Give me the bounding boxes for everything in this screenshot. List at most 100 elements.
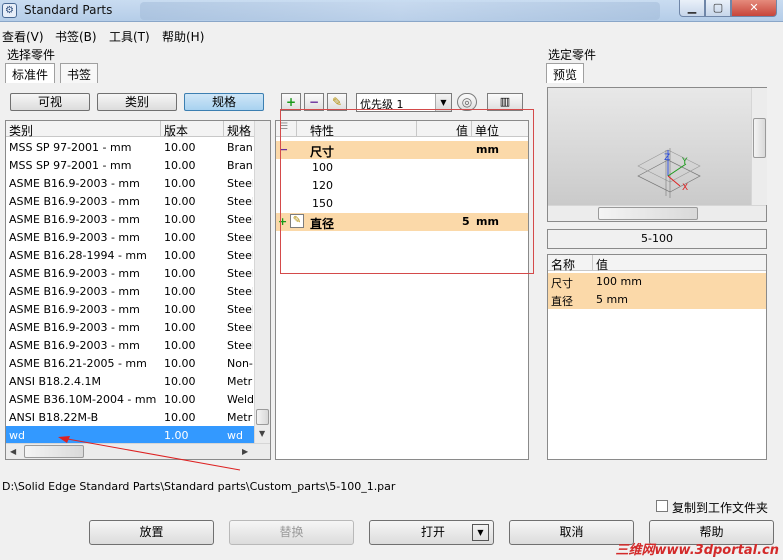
menu-bar: 查看(V) 书签(B) 工具(T) 帮助(H) [0,26,783,44]
prop-value: 100 mm [596,275,642,288]
cell-category: ASME B16.9-2003 - mm [9,177,140,190]
part-preview-model: Z Y X [637,148,701,198]
close-button[interactable]: ✕ [731,0,777,17]
cell-category: ASME B16.9-2003 - mm [9,267,140,280]
filter-spec-button[interactable]: 规格 [184,93,264,111]
menu-tools[interactable]: 工具(T) [109,28,150,45]
table-row[interactable]: ASME B16.9-2003 - mm 10.00 Steel [6,300,254,318]
prop-value: 5 mm [596,293,628,306]
cell-category: MSS SP 97-2001 - mm [9,141,132,154]
cell-version: 10.00 [164,321,196,334]
cell-spec: Steel [227,231,253,244]
table-row[interactable]: ASME B16.21-2005 - mm 10.00 Non- [6,354,254,372]
table-row[interactable]: ASME B16.9-2003 - mm 10.00 Steel [6,264,254,282]
svg-text:X: X [682,183,688,193]
title-background-blur [140,2,660,20]
props-header: 名称 值 [548,255,766,273]
cell-version: 10.00 [164,267,196,280]
table-row[interactable]: ASME B16.9-2003 - mm 10.00 Steel [6,228,254,246]
column-spec[interactable]: 规格 [227,122,251,139]
prop-name: 尺寸 [551,277,573,290]
svg-text:Y: Y [681,157,688,167]
table-row[interactable]: ASME B16.9-2003 - mm 10.00 Steel [6,282,254,300]
replace-button[interactable]: 替换 [229,520,354,545]
column-value[interactable]: 值 [596,256,608,273]
cell-version: 10.00 [164,339,196,352]
table-row[interactable]: ANSI B18.22M-B 10.00 Metri [6,408,254,426]
table-row[interactable]: ASME B16.9-2003 - mm 10.00 Steel [6,174,254,192]
select-part-label: 选择零件 [7,48,56,62]
menu-help[interactable]: 帮助(H) [162,28,204,45]
column-name[interactable]: 名称 [551,256,575,273]
prop-name: 直径 [551,295,573,308]
cell-spec: Steel [227,249,253,262]
cell-version: 10.00 [164,177,196,190]
tab-bookmarks[interactable]: 书签 [60,63,99,83]
cell-category: ASME B16.9-2003 - mm [9,321,140,334]
table-row[interactable]: MSS SP 97-2001 - mm 10.00 Branc [6,156,254,174]
cell-category: ASME B16.9-2003 - mm [9,213,140,226]
svg-text:Z: Z [664,153,670,163]
cell-spec: Steel [227,303,253,316]
vscroll-thumb[interactable] [256,409,269,425]
copy-to-workfolder-checkbox[interactable] [656,500,668,512]
copy-to-workfolder-label: 复制到工作文件夹 [672,501,769,515]
selected-part-props: 名称 值 尺寸 100 mm 直径 5 mm [547,254,767,460]
filter-category-button[interactable]: 类别 [97,93,177,111]
maximize-button[interactable]: ▢ [705,0,731,17]
file-path-text: D:\Solid Edge Standard Parts\Standard pa… [2,480,396,493]
cell-spec: Steel [227,339,253,352]
table-row[interactable]: ASME B16.9-2003 - mm 10.00 Steel [6,318,254,336]
table-row[interactable]: ASME B16.9-2003 - mm 10.00 Steel [6,336,254,354]
cell-spec: Weld [227,393,253,406]
cell-category: ANSI B18.22M-B [9,411,99,424]
cell-version: 10.00 [164,375,196,388]
cell-version: 10.00 [164,195,196,208]
menu-bookmarks[interactable]: 书签(B) [55,28,97,45]
preview-vscroll[interactable] [751,88,767,205]
column-category[interactable]: 类别 [9,122,33,139]
hscroll-thumb[interactable] [598,207,698,220]
cell-category: ANSI B18.2.4.1M [9,375,101,388]
cell-spec: Steel [227,285,253,298]
cell-version: 10.00 [164,393,196,406]
cell-spec: Branc [227,159,253,172]
menu-view[interactable]: 查看(V) [2,28,44,45]
place-button[interactable]: 放置 [89,520,214,545]
table-row[interactable]: ASME B36.10M-2004 - mm 10.00 Weld [6,390,254,408]
watermark: 三维网www.3dportal.cn [615,543,779,558]
open-button[interactable]: 打开 ▼ [369,520,494,545]
cell-version: 10.00 [164,159,196,172]
preview-hscroll[interactable] [548,205,766,221]
cell-version: 10.00 [164,231,196,244]
scroll-left-icon[interactable]: ◀ [10,447,16,456]
cell-version: 10.00 [164,213,196,226]
parts-list-vscroll[interactable]: ▼ [254,121,270,443]
minimize-button[interactable]: ▁ [679,0,705,17]
cell-version: 10.00 [164,249,196,262]
app-icon: ⚙ [2,3,17,18]
table-row[interactable]: MSS SP 97-2001 - mm 10.00 Branc [6,138,254,156]
table-row[interactable]: ASME B16.28-1994 - mm 10.00 Steel [6,246,254,264]
scroll-down-icon[interactable]: ▼ [259,429,265,438]
selected-part-name: 5-100 [547,229,767,249]
prop-row-diameter[interactable]: 直径 5 mm [548,291,766,309]
tab-standard-parts[interactable]: 标准件 [5,63,56,83]
cell-spec: Steel [227,267,253,280]
table-row[interactable]: ANSI B18.2.4.1M 10.00 Metri [6,372,254,390]
cell-category: ASME B16.21-2005 - mm [9,357,147,370]
column-version[interactable]: 版本 [164,122,188,139]
part-preview[interactable]: Z Y X [547,87,767,222]
prop-row-size[interactable]: 尺寸 100 mm [548,273,766,291]
cell-version: 10.00 [164,303,196,316]
annotation-red-box [280,109,534,274]
cell-spec: Steel [227,213,253,226]
table-row[interactable]: ASME B16.9-2003 - mm 10.00 Steel [6,192,254,210]
table-row[interactable]: ASME B16.9-2003 - mm 10.00 Steel [6,210,254,228]
filter-visible-button[interactable]: 可视 [10,93,90,111]
cell-spec: Non- [227,357,253,370]
open-menu-chevron-icon[interactable]: ▼ [472,524,489,541]
vscroll-thumb[interactable] [753,118,766,158]
cell-spec: Steel [227,321,253,334]
tab-preview[interactable]: 预览 [546,63,585,83]
